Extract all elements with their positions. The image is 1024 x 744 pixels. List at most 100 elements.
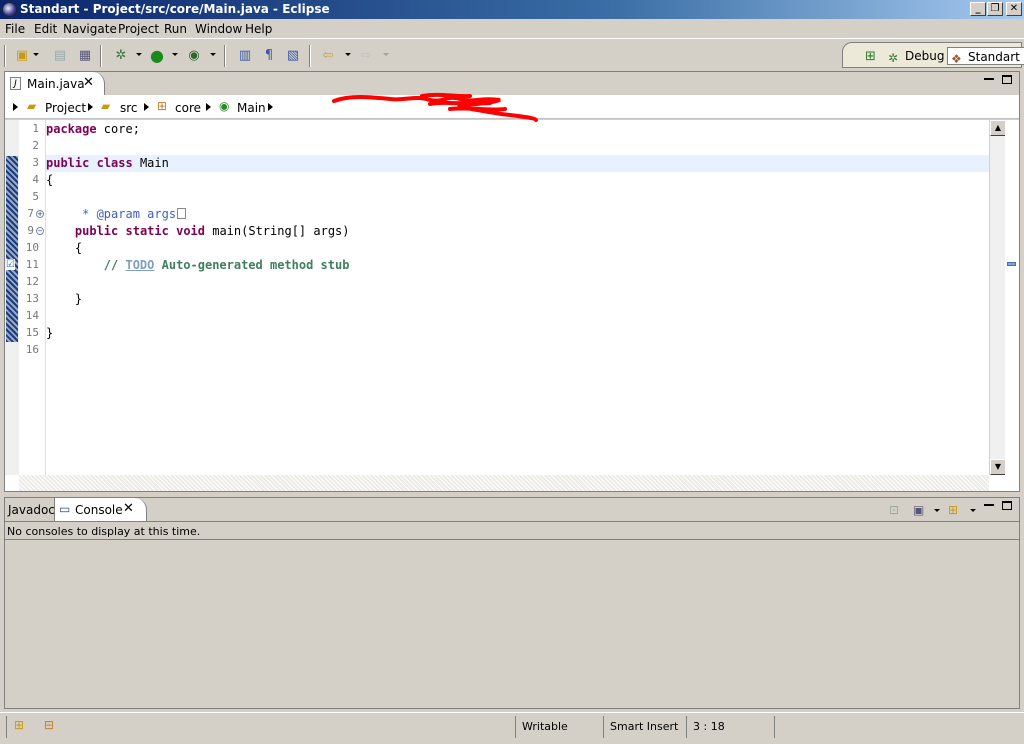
line-number: 4 <box>32 173 39 186</box>
forward-icon[interactable]: ⇨ <box>358 48 374 64</box>
vertical-scrollbar[interactable]: ▲ ▼ <box>989 120 1006 475</box>
open-console-icon[interactable]: ⊞ <box>948 503 958 517</box>
project-folder-icon: ▰ <box>27 99 37 113</box>
close-icon[interactable]: ✕ <box>123 501 134 516</box>
tab-main-java[interactable]: J Main.java ✕ <box>5 72 105 95</box>
collapse-fold-icon[interactable]: − <box>36 227 44 235</box>
maximize-console-button[interactable] <box>1002 501 1014 512</box>
perspective-bar: ⊞ ✲ Debug ❖ Standart <box>842 42 1024 68</box>
breadcrumb-project[interactable]: Project <box>45 101 86 115</box>
tab-console[interactable]: ▭ Console ✕ <box>55 498 147 521</box>
line-number: 2 <box>32 139 39 152</box>
line-number: 9 <box>27 224 34 237</box>
breadcrumb-arrow-icon[interactable] <box>88 103 93 111</box>
keyword: static <box>125 224 169 238</box>
expand-fold-icon[interactable]: + <box>36 210 44 218</box>
open-type-icon[interactable]: ▥ <box>237 48 253 64</box>
task-marker-icon[interactable]: ☑ <box>6 259 15 270</box>
display-console-dropdown-icon[interactable] <box>934 509 940 512</box>
code-editor[interactable]: ☑ 1 2 3 4 5 7 9 10 11 12 13 14 15 16 + −… <box>5 120 1019 491</box>
menu-edit[interactable]: Edit <box>34 22 57 36</box>
save-icon[interactable]: ▤ <box>52 48 68 64</box>
line-number: 11 <box>25 258 39 271</box>
external-tools-dropdown-icon[interactable] <box>210 53 216 56</box>
code-line-1: package core; <box>46 121 989 138</box>
external-tools-icon[interactable]: ◉ <box>186 48 202 64</box>
code-text: core; <box>96 122 140 136</box>
keyword: public <box>46 156 90 170</box>
line-number: 13 <box>25 292 39 305</box>
breadcrumb-src[interactable]: src <box>120 101 138 115</box>
comment-text: // <box>103 258 126 272</box>
run-icon[interactable]: ● <box>149 48 165 64</box>
tab-javadoc[interactable]: Javadoc <box>5 498 55 521</box>
back-dropdown-icon[interactable] <box>345 53 351 56</box>
back-icon[interactable]: ⇦ <box>320 48 336 64</box>
menu-file[interactable]: File <box>5 22 25 36</box>
menu-help[interactable]: Help <box>245 22 272 36</box>
perspective-debug[interactable]: ✲ Debug <box>885 47 944 65</box>
display-console-icon[interactable]: ▣ <box>913 503 924 517</box>
open-perspective-icon[interactable]: ⊞ <box>865 47 876 65</box>
menu-bar: File Edit Navigate Project Run Window He… <box>0 19 1024 38</box>
horizontal-scrollbar[interactable] <box>19 475 989 491</box>
perspective-standart[interactable]: ❖ Standart <box>947 47 1024 66</box>
breadcrumb-arrow-icon[interactable] <box>268 103 273 111</box>
console-pane: Javadoc ▭ Console ✕ ⊡ ▣ ⊞ No consoles to… <box>4 497 1020 709</box>
maximize-editor-button[interactable] <box>1002 75 1014 86</box>
line-number-gutter: 1 2 3 4 5 7 9 10 11 12 13 14 15 16 + − <box>19 120 46 475</box>
status-cursor-position: 3 : 18 <box>686 716 774 738</box>
open-console-dropdown-icon[interactable] <box>970 509 976 512</box>
run-dropdown-icon[interactable] <box>172 53 178 56</box>
minimize-console-button[interactable] <box>984 501 996 512</box>
java-perspective-icon: ❖ <box>951 52 962 66</box>
new-dropdown-icon[interactable] <box>33 53 39 56</box>
breadcrumb-arrow-icon[interactable] <box>144 103 149 111</box>
forward-dropdown-icon[interactable] <box>383 53 389 56</box>
toolbar-separator <box>224 45 226 67</box>
line-number: 10 <box>25 241 39 254</box>
breadcrumb-core[interactable]: core <box>175 101 201 115</box>
show-whitespace-icon[interactable]: ▧ <box>285 48 301 64</box>
new-icon[interactable]: ▣ <box>14 48 30 64</box>
print-icon[interactable]: ▦ <box>77 48 93 64</box>
eclipse-logo-icon <box>2 2 17 17</box>
toggle-mark-icon[interactable]: ¶ <box>261 48 277 64</box>
code-line-4: { <box>46 173 54 187</box>
code-line-3-current: public class Main <box>46 155 989 172</box>
menu-window[interactable]: Window <box>195 22 242 36</box>
task-overview-marker[interactable] <box>1007 262 1016 266</box>
folded-region-icon[interactable] <box>177 208 187 219</box>
breadcrumb-arrow-icon[interactable] <box>206 103 211 111</box>
scroll-up-icon[interactable]: ▲ <box>990 120 1006 136</box>
menu-project[interactable]: Project <box>118 22 159 36</box>
perspective-standart-label: Standart <box>968 50 1020 64</box>
fast-view-icon[interactable]: ⊞ <box>14 718 24 732</box>
close-window-button[interactable]: ✕ <box>1006 2 1022 16</box>
console-output[interactable]: No consoles to display at this time. <box>5 521 1019 708</box>
pin-console-icon[interactable]: ⊡ <box>889 503 899 517</box>
breadcrumb-main[interactable]: Main <box>237 101 266 115</box>
menu-navigate[interactable]: Navigate <box>63 22 117 36</box>
tab-console-label: Console <box>75 503 123 517</box>
minimize-button[interactable]: _ <box>970 2 986 16</box>
menu-run[interactable]: Run <box>164 22 187 36</box>
status-insert-mode: Smart Insert <box>603 716 686 738</box>
line-number: 5 <box>32 190 39 203</box>
breadcrumb: ▰ Project ▰ src ⊞ core ◉ Main <box>5 95 1019 119</box>
debug-dropdown-icon[interactable] <box>136 53 142 56</box>
line-number: 15 <box>25 326 39 339</box>
code-line-9: public static void main(String[] args) <box>46 223 989 240</box>
keyword: void <box>176 224 205 238</box>
progress-view-icon[interactable]: ⊟ <box>44 718 54 732</box>
restore-button[interactable]: ❐ <box>987 2 1003 16</box>
status-bar: ⊞ ⊟ Writable Smart Insert 3 : 18 <box>0 712 1024 740</box>
breadcrumb-arrow-icon[interactable] <box>13 103 18 111</box>
close-icon[interactable]: ✕ <box>83 75 94 90</box>
minimize-editor-button[interactable] <box>984 75 996 86</box>
tab-label: Main.java <box>27 77 85 91</box>
console-message: No consoles to display at this time. <box>7 525 201 538</box>
debug-icon[interactable]: ✲ <box>113 48 129 64</box>
scroll-down-icon[interactable]: ▼ <box>990 459 1006 475</box>
